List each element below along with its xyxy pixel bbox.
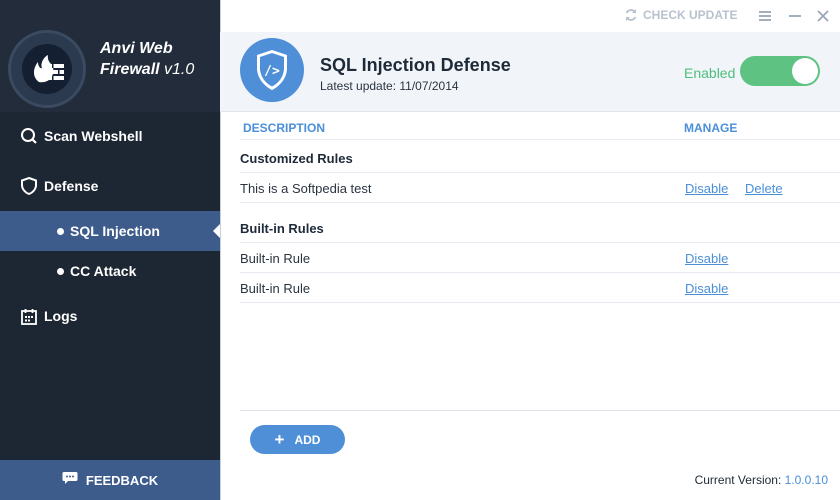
menu-icon [759, 11, 771, 21]
rule-name: This is a Softpedia test [240, 181, 372, 196]
shield-code-icon: /> [240, 38, 304, 102]
close-icon [817, 10, 829, 22]
table-header: DESCRIPTION MANAGE [240, 116, 840, 140]
add-label: ADD [294, 432, 321, 447]
check-update-label: CHECK UPDATE [643, 8, 738, 22]
sidebar-item-logs[interactable]: Logs [0, 296, 220, 336]
page-header: /> SQL Injection Defense Latest update: … [220, 32, 840, 112]
table-row: Built-in Rule Disable [240, 273, 840, 303]
chat-icon [62, 471, 78, 490]
column-header-manage: MANAGE [684, 121, 738, 135]
version-prefix: Current Version: [694, 473, 785, 487]
table-row: Built-in Rule Disable [240, 243, 840, 273]
section-title-builtin: Built-in Rules [240, 213, 840, 243]
version-text: Current Version: 1.0.0.10 [695, 473, 828, 487]
table-row: This is a Softpedia test Disable Delete [240, 173, 840, 203]
section-title-label: Customized Rules [240, 151, 353, 166]
sidebar-item-cc-attack[interactable]: CC Attack [0, 251, 220, 291]
feedback-button[interactable]: FEEDBACK [0, 460, 220, 500]
minimize-icon [789, 15, 801, 17]
column-header-description: DESCRIPTION [243, 121, 326, 135]
rule-name: Built-in Rule [240, 281, 311, 296]
section-title-customized: Customized Rules [240, 143, 840, 173]
calendar-icon [20, 307, 38, 325]
page-title: SQL Injection Defense [320, 55, 511, 75]
sidebar: Anvi Web Firewall v1.0 Scan Webshell Def… [0, 0, 221, 500]
disable-link[interactable]: Disable [685, 251, 728, 266]
disable-link[interactable]: Disable [685, 281, 728, 296]
section-title-label: Built-in Rules [240, 221, 324, 236]
check-update-button[interactable]: CHECK UPDATE [624, 8, 737, 22]
bullet-icon [57, 267, 64, 275]
search-icon [20, 127, 38, 145]
close-button[interactable] [814, 7, 832, 25]
app-name: Anvi Web Firewall [100, 40, 173, 78]
title-bar: CHECK UPDATE [220, 0, 840, 32]
sidebar-item-label: Logs [44, 308, 78, 324]
feedback-label: FEEDBACK [85, 472, 159, 488]
app-version: v1.0 [164, 61, 195, 78]
toggle-status-label: Enabled [684, 65, 736, 81]
sidebar-item-label: CC Attack [70, 263, 137, 279]
add-rule-button[interactable]: + ADD [250, 425, 345, 454]
rule-name: Built-in Rule [240, 251, 311, 266]
sidebar-item-sql-injection[interactable]: SQL Injection [0, 211, 221, 251]
version-number[interactable]: 1.0.0.10 [785, 473, 828, 487]
toggle-knob [792, 58, 818, 84]
footer-divider [240, 410, 840, 411]
sidebar-item-defense[interactable]: Defense [0, 166, 220, 206]
menu-button[interactable] [756, 7, 774, 25]
sidebar-item-label: SQL Injection [70, 223, 160, 239]
brand-area: Anvi Web Firewall v1.0 [0, 0, 220, 112]
disable-link[interactable]: Disable [685, 181, 728, 196]
app-title: Anvi Web Firewall v1.0 [100, 38, 210, 80]
app-logo [8, 30, 86, 108]
refresh-icon [625, 9, 637, 21]
svg-text:/>: /> [264, 64, 280, 79]
sidebar-item-label: Defense [44, 178, 99, 194]
plus-icon: + [274, 430, 285, 449]
bullet-icon [57, 227, 64, 235]
delete-link[interactable]: Delete [745, 181, 783, 196]
minimize-button[interactable] [786, 7, 804, 25]
shield-icon [20, 177, 38, 195]
enable-toggle[interactable] [740, 56, 820, 86]
sidebar-item-scan-webshell[interactable]: Scan Webshell [0, 116, 220, 156]
sidebar-item-label: Scan Webshell [44, 128, 143, 144]
firewall-icon [22, 44, 72, 94]
latest-update-text: Latest update: 11/07/2014 [320, 79, 459, 93]
